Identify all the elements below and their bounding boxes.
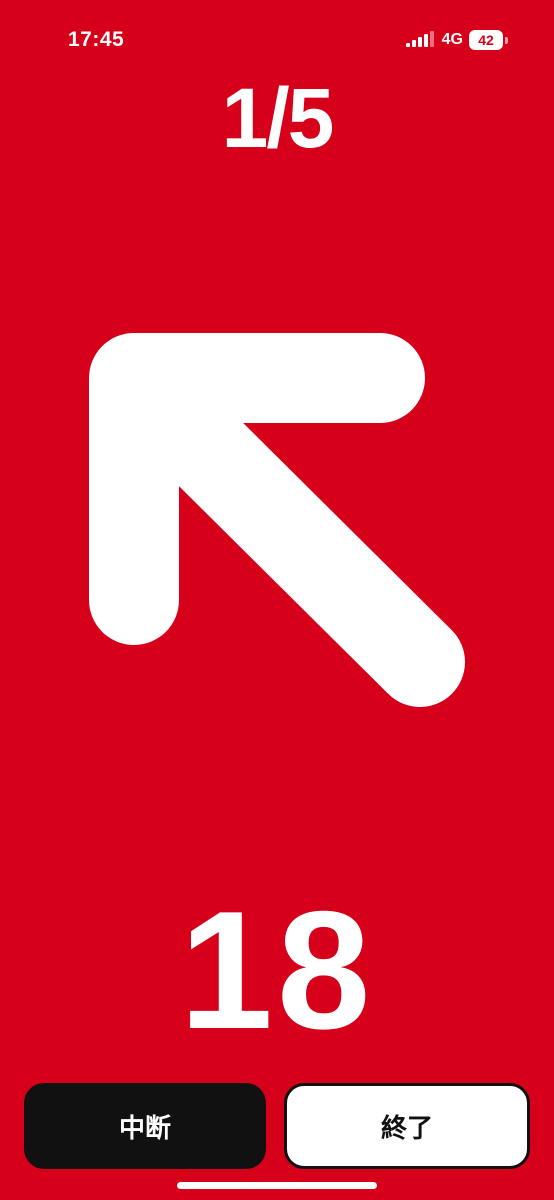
home-indicator[interactable] — [177, 1182, 377, 1189]
end-button-label: 終了 — [380, 1113, 433, 1144]
battery-icon: 42 — [469, 30, 508, 50]
arrow-up-left-icon — [89, 333, 465, 707]
end-button[interactable]: 終了 — [284, 1083, 530, 1169]
network-type: 4G — [441, 31, 463, 48]
progress-counter: 1/5 — [221, 71, 335, 165]
battery-level: 42 — [469, 30, 503, 50]
cellular-signal-icon — [405, 31, 434, 47]
pause-button[interactable]: 中断 — [24, 1083, 266, 1169]
pause-button-label: 中断 — [118, 1113, 171, 1144]
battery-tip — [505, 36, 508, 44]
countdown-timer: 18 — [179, 876, 375, 1064]
status-indicators: 4G 42 — [405, 30, 508, 50]
status-time: 17:45 — [68, 28, 125, 51]
